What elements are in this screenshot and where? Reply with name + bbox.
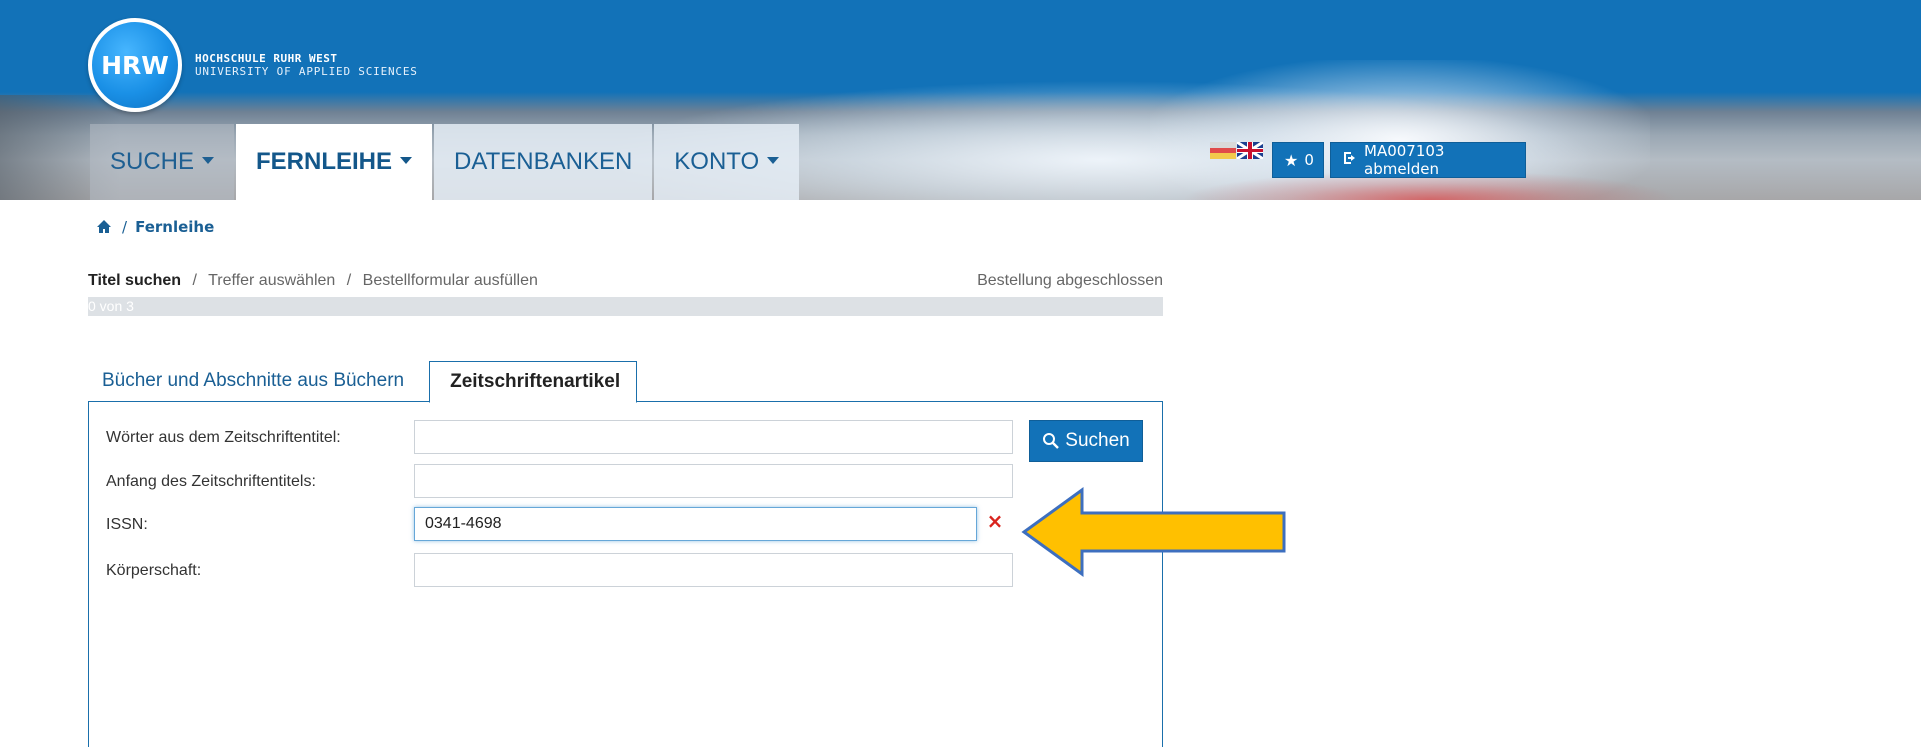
search-icon (1043, 433, 1060, 449)
clear-icon[interactable]: × (985, 511, 1005, 531)
logout-label: MA007103 abmelden (1364, 142, 1445, 178)
caret-down-icon (767, 156, 780, 164)
hrw-logo[interactable]: HRW (88, 18, 182, 112)
step-item: Treffer auswählen (208, 272, 336, 289)
step-final: Bestellung abgeschlossen (977, 272, 1163, 289)
progress-text: 0 von 3 (88, 298, 134, 314)
nav-item-label: KONTO (674, 148, 760, 175)
annotation-arrow (1021, 487, 1286, 577)
org-name-line1: HOCHSCHULE RUHR WEST (195, 52, 338, 65)
logo-text: HRW (101, 50, 169, 80)
favorites-count: 0 (1304, 151, 1314, 169)
issn-input[interactable] (414, 507, 977, 541)
logout-icon (1342, 150, 1358, 170)
nav-item-suche[interactable]: SUCHE (90, 124, 235, 200)
tab-books[interactable]: Bücher und Abschnitte aus Büchern (88, 360, 418, 402)
breadcrumb-separator: / (122, 218, 128, 236)
nav-item-fernleihe[interactable]: FERNLEIHE (236, 124, 433, 200)
search-button[interactable]: Suchen (1029, 420, 1143, 462)
corporate-body-label: Körperschaft: (106, 562, 202, 579)
main-nav: SUCHE FERNLEIHE DATENBANKEN KONTO (90, 124, 801, 200)
step-current: Titel suchen (88, 272, 182, 289)
step-item: Bestellformular ausfüllen (362, 272, 538, 289)
home-icon[interactable] (96, 219, 112, 235)
org-name-line2: UNIVERSITY OF APPLIED SCIENCES (195, 65, 418, 78)
journal-title-start-input[interactable] (414, 464, 1013, 498)
language-switcher (1210, 142, 1263, 160)
search-button-label: Suchen (1065, 430, 1130, 451)
journal-title-start-label: Anfang des Zeitschriftentitels: (106, 473, 316, 490)
logout-button[interactable]: MA007103 abmelden (1330, 142, 1526, 178)
breadcrumb: / Fernleihe (96, 218, 214, 236)
german-flag-icon[interactable] (1210, 142, 1236, 160)
breadcrumb-current[interactable]: Fernleihe (135, 218, 214, 236)
nav-item-label: FERNLEIHE (256, 148, 393, 175)
nav-item-datenbanken[interactable]: DATENBANKEN (434, 124, 653, 200)
nav-item-konto[interactable]: KONTO (654, 124, 800, 200)
journal-title-words-input[interactable] (414, 420, 1013, 454)
step-separator: / (346, 272, 352, 289)
star-icon: ★ (1284, 150, 1299, 170)
order-steps: Titel suchen / Treffer auswählen / Beste… (88, 272, 1163, 290)
caret-down-icon (400, 156, 413, 164)
nav-item-label: SUCHE (110, 148, 195, 175)
nav-item-label: DATENBANKEN (454, 148, 633, 175)
favorites-button[interactable]: ★ 0 (1272, 142, 1324, 178)
progress-bar: 0 von 3 (88, 297, 1163, 316)
step-separator: / (192, 272, 197, 289)
org-name: HOCHSCHULE RUHR WEST UNIVERSITY OF APPLI… (195, 52, 418, 79)
tab-journal-articles[interactable]: Zeitschriftenartikel (429, 361, 638, 403)
corporate-body-input[interactable] (414, 553, 1013, 587)
search-tabs: Bücher und Abschnitte aus Büchern Zeitsc… (88, 360, 638, 403)
uk-flag-icon[interactable] (1237, 142, 1263, 159)
issn-label: ISSN: (106, 516, 148, 533)
caret-down-icon (202, 156, 215, 164)
journal-title-words-label: Wörter aus dem Zeitschriftentitel: (106, 429, 341, 446)
